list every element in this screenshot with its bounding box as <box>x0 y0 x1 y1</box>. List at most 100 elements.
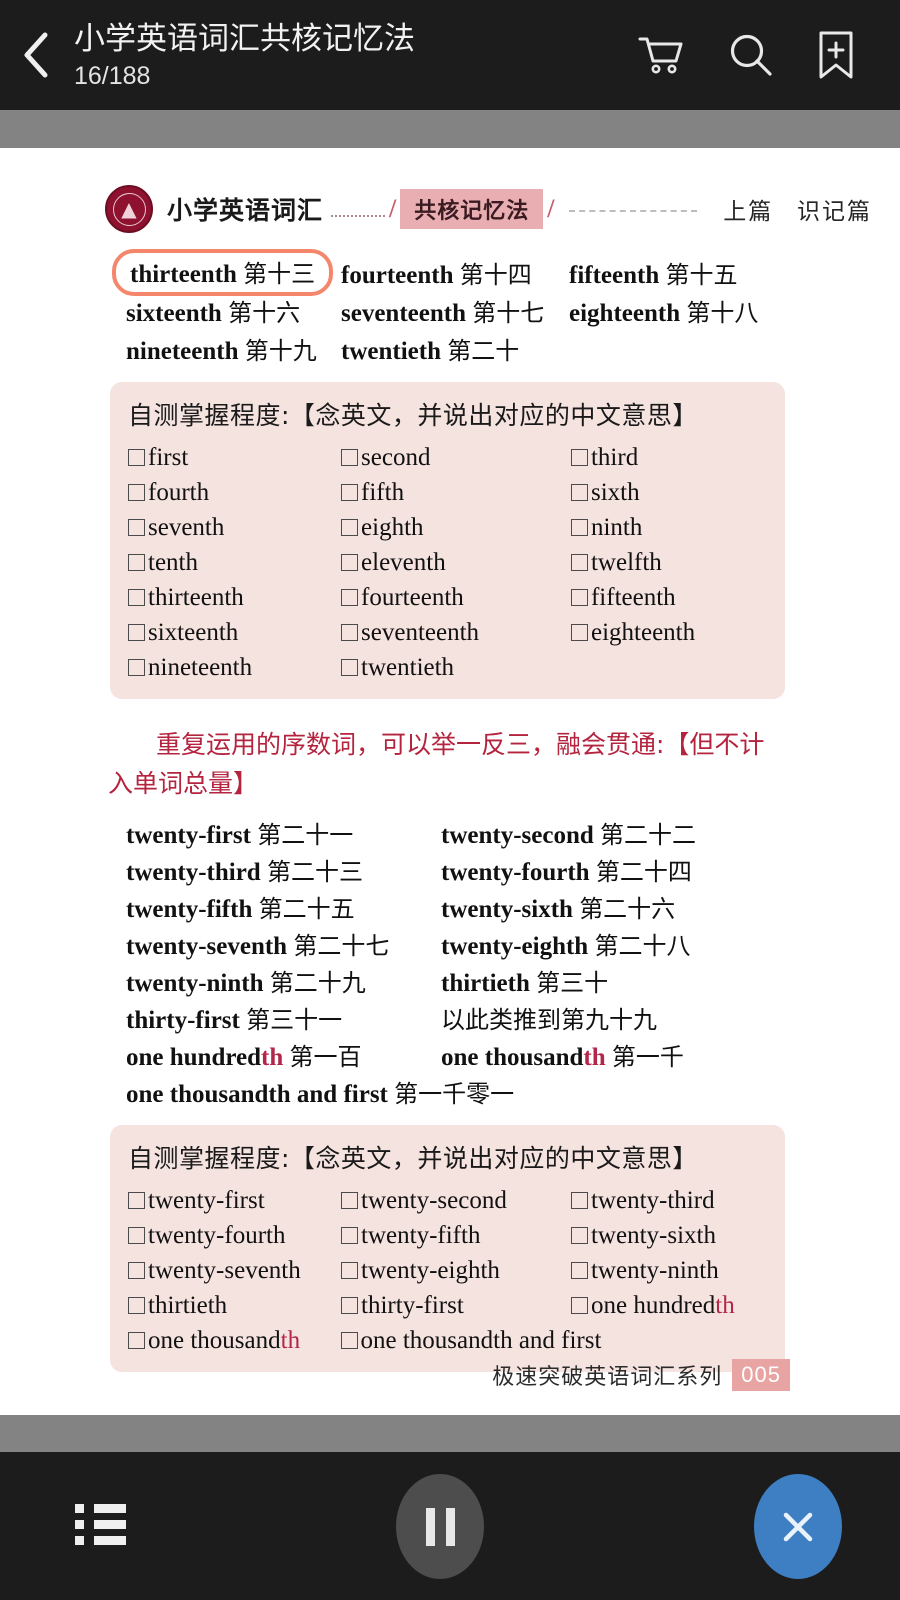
checkbox-icon[interactable] <box>341 659 359 676</box>
self-test-item[interactable]: second <box>341 444 571 472</box>
word-entry[interactable]: twenty-first 第二十一 <box>126 815 441 850</box>
self-test-item[interactable]: eighth <box>341 514 571 542</box>
checkbox-icon[interactable] <box>570 449 588 466</box>
checkbox-icon[interactable] <box>128 1297 145 1314</box>
word-entry[interactable]: twenty-eighth 第二十八 <box>441 926 781 961</box>
self-test-item[interactable]: twenty-sixth <box>570 1222 785 1250</box>
self-test-item[interactable]: thirty-first <box>341 1292 571 1320</box>
checkbox-icon[interactable] <box>128 554 145 571</box>
checkbox-icon[interactable] <box>341 554 359 571</box>
self-test-item[interactable]: tenth <box>128 549 341 577</box>
checkbox-icon[interactable] <box>128 624 145 641</box>
word-entry[interactable]: one hundredth 第一百 <box>126 1037 441 1072</box>
word-entry[interactable]: fourteenth 第十四 <box>341 255 569 290</box>
self-test-item[interactable]: twenty-seventh <box>128 1257 341 1285</box>
self-test-item[interactable]: sixteenth <box>128 619 341 647</box>
self-test-item[interactable]: fifteenth <box>570 584 785 612</box>
word-entry[interactable]: twenty-sixth 第二十六 <box>441 889 781 924</box>
checkbox-icon[interactable] <box>570 1192 588 1209</box>
checkbox-icon[interactable] <box>570 624 588 641</box>
self-test-item[interactable]: ninth <box>570 514 785 542</box>
self-test-item[interactable]: one thousandth and first <box>340 1327 601 1355</box>
checkbox-icon[interactable] <box>570 519 588 536</box>
self-test-item[interactable]: nineteenth <box>128 654 341 682</box>
highlighted-word[interactable]: thirteenth 第十三 <box>112 248 334 296</box>
checkbox-icon[interactable] <box>570 1262 588 1279</box>
bookmark-add-button[interactable] <box>818 31 854 79</box>
checkbox-icon[interactable] <box>341 519 359 536</box>
checkbox-icon[interactable] <box>341 624 359 641</box>
self-test-item[interactable]: twenty-third <box>570 1187 785 1215</box>
self-test-item[interactable]: first <box>128 444 341 472</box>
checkbox-icon[interactable] <box>128 1332 145 1349</box>
self-test-item[interactable]: twentieth <box>341 654 571 682</box>
self-test-item[interactable]: twelfth <box>570 549 785 577</box>
checkbox-icon[interactable] <box>340 1332 358 1349</box>
book-page[interactable]: ▲ 小学英语词汇 / 共核记忆法 / 上篇 识记篇 thirteenth 第十三… <box>0 148 900 1415</box>
word-entry[interactable]: twenty-second 第二十二 <box>441 815 781 850</box>
word-entry[interactable]: thirteenth 第十三 <box>112 248 341 296</box>
checkbox-icon[interactable] <box>570 554 588 571</box>
self-test-item[interactable]: twenty-fourth <box>128 1222 341 1250</box>
search-button[interactable] <box>728 32 774 78</box>
checkbox-icon[interactable] <box>341 1262 359 1279</box>
word-entry[interactable]: twenty-third 第二十三 <box>126 852 441 887</box>
word-entry[interactable]: seventeenth 第十七 <box>341 293 569 328</box>
word-entry[interactable]: 以此类推到第九十九 <box>441 1000 781 1035</box>
word-entry[interactable]: nineteenth 第十九 <box>126 331 341 366</box>
self-test-item[interactable]: fourteenth <box>341 584 571 612</box>
word-entry[interactable]: thirtieth 第三十 <box>441 963 781 998</box>
word-entry[interactable]: sixteenth 第十六 <box>126 293 341 328</box>
checkbox-icon[interactable] <box>341 484 359 501</box>
self-test-item[interactable]: seventeenth <box>341 619 571 647</box>
pause-button[interactable] <box>396 1474 484 1579</box>
table-of-contents-button[interactable] <box>75 1502 127 1548</box>
self-test-item[interactable]: third <box>570 444 785 472</box>
word-entry[interactable]: fifteenth 第十五 <box>569 255 789 290</box>
close-button[interactable] <box>754 1474 842 1579</box>
word-entry[interactable]: twentieth 第二十 <box>341 331 569 366</box>
checkbox-icon[interactable] <box>341 1227 359 1244</box>
self-test-item[interactable]: fifth <box>341 479 571 507</box>
self-test-item[interactable]: one thousand th <box>128 1327 341 1355</box>
checkbox-icon[interactable] <box>341 1297 359 1314</box>
checkbox-icon[interactable] <box>341 449 359 466</box>
self-test-item[interactable]: seventh <box>128 514 341 542</box>
checkbox-icon[interactable] <box>341 1192 359 1209</box>
word-entry[interactable]: twenty-ninth 第二十九 <box>126 963 441 998</box>
self-test-item[interactable]: twenty-ninth <box>570 1257 785 1285</box>
word-entry[interactable]: one thousandth 第一千 <box>441 1037 781 1072</box>
checkbox-icon[interactable] <box>128 484 145 501</box>
word-entry[interactable]: thirty-first 第三十一 <box>126 1000 441 1035</box>
checkbox-icon[interactable] <box>128 1192 145 1209</box>
self-test-item[interactable]: eleventh <box>341 549 571 577</box>
checkbox-icon[interactable] <box>128 449 145 466</box>
word-entry[interactable]: twenty-fourth 第二十四 <box>441 852 781 887</box>
self-test-item[interactable]: twenty-second <box>341 1187 571 1215</box>
checkbox-icon[interactable] <box>128 659 145 676</box>
cart-button[interactable] <box>638 34 684 76</box>
checkbox-icon[interactable] <box>570 1227 588 1244</box>
self-test-item[interactable]: twenty-fifth <box>341 1222 571 1250</box>
back-button[interactable] <box>0 0 72 110</box>
self-test-item[interactable]: twenty-eighth <box>341 1257 571 1285</box>
self-test-item[interactable]: sixth <box>570 479 785 507</box>
checkbox-icon[interactable] <box>570 1297 588 1314</box>
checkbox-icon[interactable] <box>570 589 588 606</box>
self-test-item[interactable]: eighteenth <box>570 619 785 647</box>
word-entry[interactable]: one thousandth and first 第一千零一 <box>126 1074 514 1109</box>
word-entry[interactable]: twenty-fifth 第二十五 <box>126 889 441 924</box>
self-test-item[interactable]: thirteenth <box>128 584 341 612</box>
checkbox-icon[interactable] <box>128 1227 145 1244</box>
checkbox-icon[interactable] <box>128 1262 145 1279</box>
word-entry[interactable]: twenty-seventh 第二十七 <box>126 926 441 961</box>
self-test-item[interactable]: twenty-first <box>128 1187 341 1215</box>
checkbox-icon[interactable] <box>570 484 588 501</box>
self-test-item[interactable]: fourth <box>128 479 341 507</box>
word-entry[interactable]: eighteenth 第十八 <box>569 293 789 328</box>
checkbox-icon[interactable] <box>128 519 145 536</box>
checkbox-icon[interactable] <box>341 589 359 606</box>
self-test-item[interactable]: thirtieth <box>128 1292 341 1320</box>
checkbox-icon[interactable] <box>128 589 145 606</box>
self-test-item[interactable]: one hundred th <box>570 1292 785 1320</box>
